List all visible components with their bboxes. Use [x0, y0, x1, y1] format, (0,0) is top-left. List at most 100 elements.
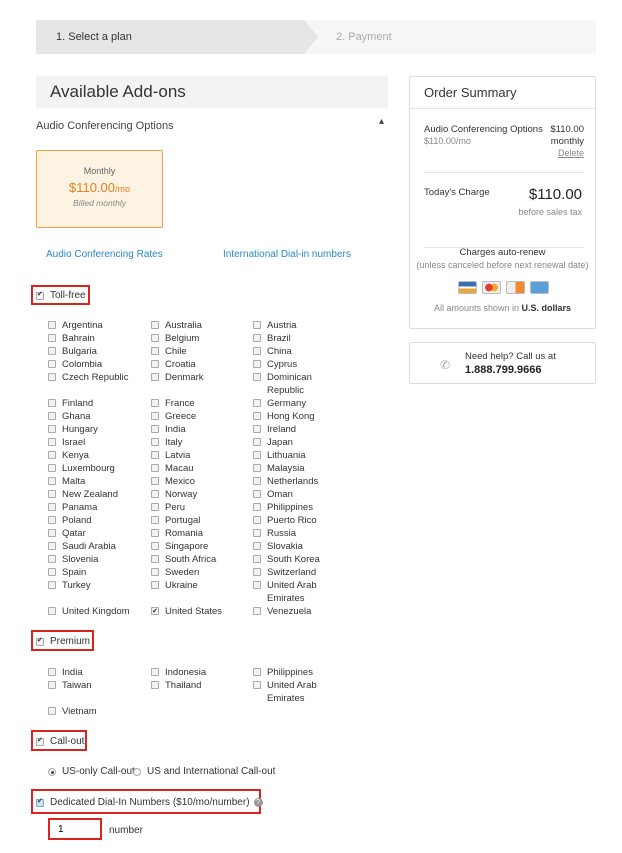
currency-note: All amounts shown in U.S. dollars [410, 303, 595, 313]
country-checkbox[interactable]: Kenya [48, 449, 143, 462]
country-checkbox[interactable]: Indonesia [151, 666, 246, 679]
callout-opt2-label: US and International Call-out [147, 766, 276, 777]
country-checkbox[interactable]: Panama [48, 501, 143, 514]
premium-checkbox[interactable]: Premium [36, 636, 90, 647]
country-checkbox[interactable]: Sweden [151, 566, 246, 579]
country-checkbox[interactable]: Ireland [253, 423, 348, 436]
country-checkbox[interactable]: Ukraine [151, 579, 246, 592]
checkbox-icon [253, 555, 261, 563]
country-checkbox[interactable]: India [48, 666, 143, 679]
country-checkbox[interactable]: Belgium [151, 332, 246, 345]
country-checkbox[interactable]: Cyprus [253, 358, 348, 371]
help-question-icon[interactable]: ? [253, 798, 263, 807]
today-charge-amount: $110.00 [528, 186, 582, 203]
collapse-caret-icon[interactable]: ▴ [379, 116, 384, 127]
country-checkbox[interactable]: Czech Republic [48, 371, 143, 384]
country-checkbox[interactable]: Puerto Rico [253, 514, 348, 527]
country-label: Israel [62, 437, 86, 448]
country-checkbox[interactable]: Germany [253, 397, 348, 410]
radio-icon [133, 767, 141, 776]
country-checkbox[interactable]: Argentina [48, 319, 143, 332]
plan-price-value: $110.00 [68, 180, 115, 195]
country-checkbox[interactable]: Philippines [253, 501, 348, 514]
country-checkbox[interactable]: Luxembourg [48, 462, 143, 475]
country-checkbox[interactable]: Taiwan [48, 679, 143, 692]
country-checkbox[interactable]: Dominican Republic [253, 371, 348, 397]
country-label: Hungary [62, 424, 98, 435]
country-checkbox[interactable]: Ghana [48, 410, 143, 423]
audio-rates-link[interactable]: Audio Conferencing Rates [46, 249, 163, 260]
country-checkbox[interactable]: Philippines [253, 666, 348, 679]
country-checkbox[interactable]: United Arab Emirates [253, 579, 348, 605]
help-phone[interactable]: 1.888.799.9666 [465, 364, 541, 376]
country-checkbox[interactable]: United States [151, 605, 246, 618]
dedicated-quantity-input[interactable] [48, 818, 102, 840]
country-checkbox[interactable]: Saudi Arabia [48, 540, 143, 553]
country-checkbox[interactable]: Denmark [151, 371, 246, 384]
country-checkbox[interactable]: Thailand [151, 679, 246, 692]
country-checkbox[interactable]: Slovenia [48, 553, 143, 566]
country-label: Ireland [267, 424, 297, 435]
country-checkbox[interactable]: Netherlands [253, 475, 348, 488]
country-checkbox[interactable]: Vietnam [48, 705, 143, 718]
dedicated-checkbox[interactable]: Dedicated Dial-In Numbers ($10/mo/number… [36, 797, 263, 808]
country-checkbox[interactable]: Oman [253, 488, 348, 501]
monthly-plan-card[interactable]: Monthly $110.00/mo Billed monthly [36, 150, 163, 228]
country-checkbox[interactable]: India [151, 423, 246, 436]
callout-international-radio[interactable]: US and International Call-out [133, 766, 275, 777]
callout-checkbox[interactable]: Call-out [36, 736, 84, 747]
country-checkbox[interactable]: South Africa [151, 553, 246, 566]
country-label: Philippines [267, 667, 313, 678]
country-label: Singapore [165, 541, 209, 552]
callout-us-only-radio[interactable]: US-only Call-out [48, 766, 135, 777]
country-checkbox[interactable]: Poland [48, 514, 143, 527]
country-checkbox[interactable]: Lithuania [253, 449, 348, 462]
country-checkbox[interactable]: Qatar [48, 527, 143, 540]
country-label: Luxembourg [62, 463, 115, 474]
country-checkbox[interactable]: France [151, 397, 246, 410]
country-checkbox[interactable]: South Korea [253, 553, 348, 566]
country-checkbox[interactable]: New Zealand [48, 488, 143, 501]
country-checkbox[interactable]: Austria [253, 319, 348, 332]
checkbox-icon [151, 477, 159, 485]
country-checkbox[interactable]: Colombia [48, 358, 143, 371]
country-checkbox[interactable]: Macau [151, 462, 246, 475]
delete-link[interactable]: Delete [558, 148, 584, 158]
country-checkbox[interactable]: Italy [151, 436, 246, 449]
country-checkbox[interactable]: Japan [253, 436, 348, 449]
country-checkbox[interactable]: United Arab Emirates [253, 679, 348, 705]
country-checkbox[interactable]: Finland [48, 397, 143, 410]
country-checkbox[interactable]: Norway [151, 488, 246, 501]
line-amount-freq: monthly [550, 136, 584, 147]
country-checkbox[interactable]: Spain [48, 566, 143, 579]
country-checkbox[interactable]: Greece [151, 410, 246, 423]
country-checkbox[interactable]: Australia [151, 319, 246, 332]
country-checkbox[interactable]: Hungary [48, 423, 143, 436]
country-checkbox[interactable]: Peru [151, 501, 246, 514]
country-checkbox[interactable]: Venezuela [253, 605, 348, 618]
country-checkbox[interactable]: Slovakia [253, 540, 348, 553]
country-checkbox[interactable]: Chile [151, 345, 246, 358]
tollfree-label: Toll-free [50, 290, 86, 301]
country-checkbox[interactable]: Portugal [151, 514, 246, 527]
tollfree-checkbox[interactable]: Toll-free [36, 290, 86, 301]
country-checkbox[interactable]: Croatia [151, 358, 246, 371]
country-checkbox[interactable]: Bahrain [48, 332, 143, 345]
country-checkbox[interactable]: Hong Kong [253, 410, 348, 423]
international-dialin-link[interactable]: International Dial-in numbers [223, 249, 351, 260]
country-checkbox[interactable]: Brazil [253, 332, 348, 345]
country-checkbox[interactable]: Mexico [151, 475, 246, 488]
country-checkbox[interactable]: Israel [48, 436, 143, 449]
country-checkbox[interactable]: Latvia [151, 449, 246, 462]
country-checkbox[interactable]: China [253, 345, 348, 358]
divider [424, 172, 584, 173]
country-checkbox[interactable]: Turkey [48, 579, 143, 592]
country-checkbox[interactable]: Malta [48, 475, 143, 488]
country-checkbox[interactable]: Russia [253, 527, 348, 540]
country-checkbox[interactable]: United Kingdom [48, 605, 143, 618]
country-checkbox[interactable]: Switzerland [253, 566, 348, 579]
country-checkbox[interactable]: Romania [151, 527, 246, 540]
country-checkbox[interactable]: Singapore [151, 540, 246, 553]
country-checkbox[interactable]: Bulgaria [48, 345, 143, 358]
country-checkbox[interactable]: Malaysia [253, 462, 348, 475]
